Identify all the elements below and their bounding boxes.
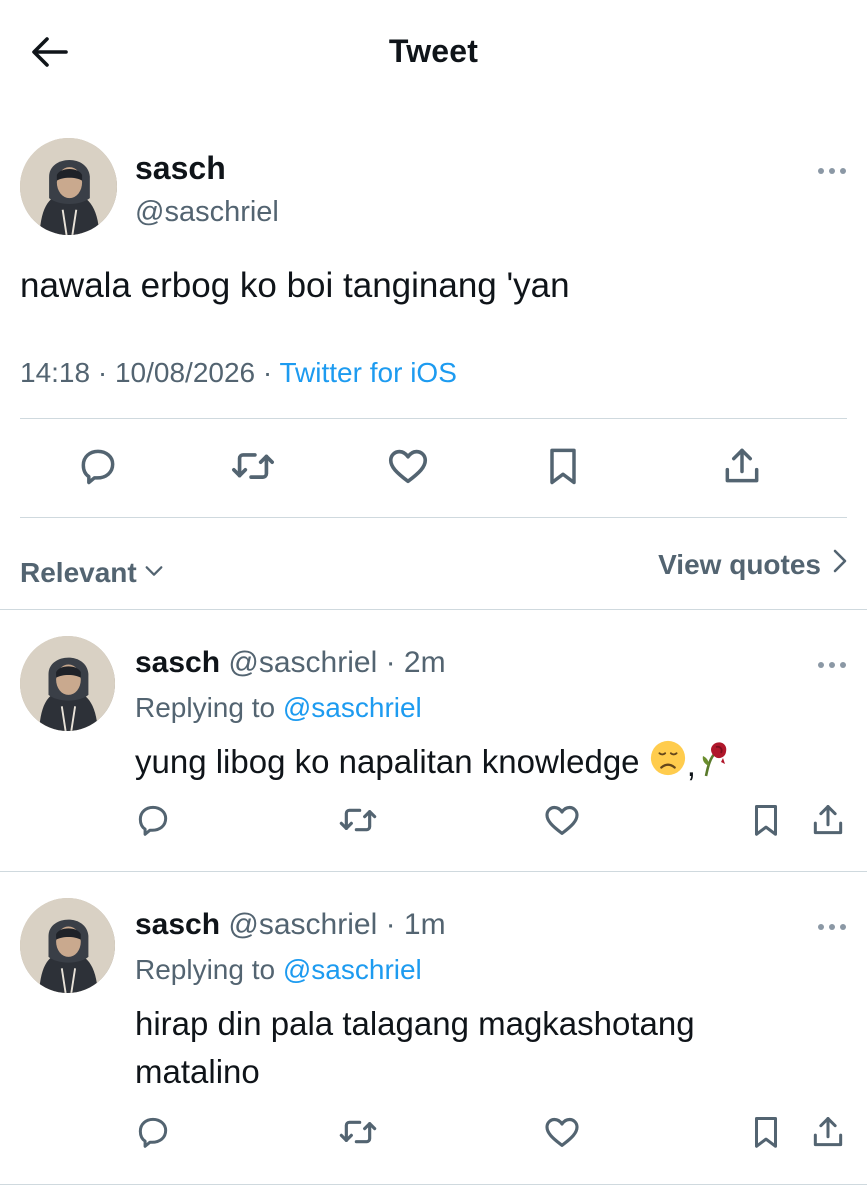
retweet-icon [338,1112,378,1157]
avatar[interactable] [20,138,117,235]
meta-separator: · [377,646,404,679]
author-name[interactable]: sasch [135,908,220,941]
reply-tweet[interactable]: sasch @saschriel · 2m Replying to @sasch… [0,610,867,871]
author-handle[interactable]: @saschriel [228,908,377,941]
reply-header: sasch @saschriel · 1m [135,908,446,942]
heart-icon [542,1112,582,1157]
reply-time[interactable]: 2m [404,646,446,679]
reply-text-container: hirap din pala talagang magkashotang mat… [135,1000,835,1096]
tweet-detail-screen: Tweet sasch @saschriel nawala erbog ko b… [0,0,867,1199]
divider [20,418,847,419]
meta-separator: · [90,357,115,388]
divider [20,517,847,518]
chevron-right-icon [831,548,849,581]
reply-button[interactable] [72,442,124,494]
wilted-rose-emoji [696,738,732,791]
chevron-down-icon [143,557,165,589]
more-options-button[interactable] [812,650,852,680]
share-icon [720,444,764,493]
reply-text-line: hirap din pala talagang magkashotang [135,1005,695,1042]
sort-dropdown[interactable]: Relevant [20,557,165,589]
mention-link[interactable]: @saschriel [283,692,422,723]
bookmark-button[interactable] [744,1112,788,1156]
retweet-button[interactable] [336,800,380,844]
reply-action-bar [0,1112,867,1164]
reply-text-line: matalino [135,1053,260,1090]
avatar[interactable] [20,636,115,731]
more-options-button[interactable] [812,156,852,186]
tweet-time[interactable]: 14:18 [20,357,90,388]
reply-action-bar [0,800,867,852]
like-button[interactable] [540,1112,584,1156]
retweet-button[interactable] [336,1112,380,1156]
replying-prefix: Replying to [135,954,283,985]
replying-to: Replying to @saschriel [135,692,422,724]
share-icon [809,801,847,844]
share-button[interactable] [806,800,850,844]
sort-label: Relevant [20,557,137,588]
bookmark-icon [541,444,585,493]
retweet-button[interactable] [227,442,279,494]
share-button[interactable] [716,442,768,494]
view-quotes-link[interactable]: View quotes [658,548,849,581]
reply-time[interactable]: 1m [404,908,446,941]
author-name[interactable]: sasch [135,150,226,187]
tweet-meta: 14:18 · 10/08/2026 · Twitter for iOS [20,357,457,389]
reply-text-container: yung libog ko napalitan knowledge , [135,738,835,791]
bookmark-button[interactable] [537,442,589,494]
comment-icon [134,1113,172,1156]
tweet-date[interactable]: 10/08/2026 [115,357,255,388]
replying-to: Replying to @saschriel [135,954,422,986]
tweet-action-bar [0,420,867,516]
retweet-icon [230,443,276,494]
share-button[interactable] [806,1112,850,1156]
author-name[interactable]: sasch [135,646,220,679]
more-horizontal-icon [817,162,847,180]
more-horizontal-icon [817,918,847,936]
divider [0,1184,867,1185]
author-handle[interactable]: @saschriel [228,646,377,679]
tweet-source-link[interactable]: Twitter for iOS [280,357,457,388]
top-bar: Tweet [0,0,867,108]
reply-button[interactable] [131,1112,175,1156]
disappointed-face-emoji [649,739,687,790]
like-button[interactable] [382,442,434,494]
view-quotes-label: View quotes [658,548,821,580]
comment-icon [76,444,120,493]
share-icon [809,1113,847,1156]
replying-prefix: Replying to [135,692,283,723]
page-title: Tweet [388,33,479,69]
comment-icon [134,801,172,844]
reply-header: sasch @saschriel · 2m [135,646,446,680]
bookmark-icon [747,1113,785,1156]
like-button[interactable] [540,800,584,844]
heart-icon [385,443,431,494]
more-horizontal-icon [817,656,847,674]
retweet-icon [338,800,378,845]
bookmark-icon [747,801,785,844]
heart-icon [542,800,582,845]
mention-link[interactable]: @saschriel [283,954,422,985]
comma-glyph: , [686,745,696,783]
reply-text: yung libog ko napalitan knowledge [135,743,640,781]
avatar[interactable] [20,898,115,993]
meta-separator: · [255,357,280,388]
bookmark-button[interactable] [744,800,788,844]
meta-separator: · [377,908,404,941]
author-handle[interactable]: @saschriel [135,196,279,229]
reply-tweet[interactable]: sasch @saschriel · 1m Replying to @sasch… [0,872,867,1184]
reply-button[interactable] [131,800,175,844]
more-options-button[interactable] [812,912,852,942]
tweet-text: nawala erbog ko boi tanginang 'yan [20,266,570,305]
